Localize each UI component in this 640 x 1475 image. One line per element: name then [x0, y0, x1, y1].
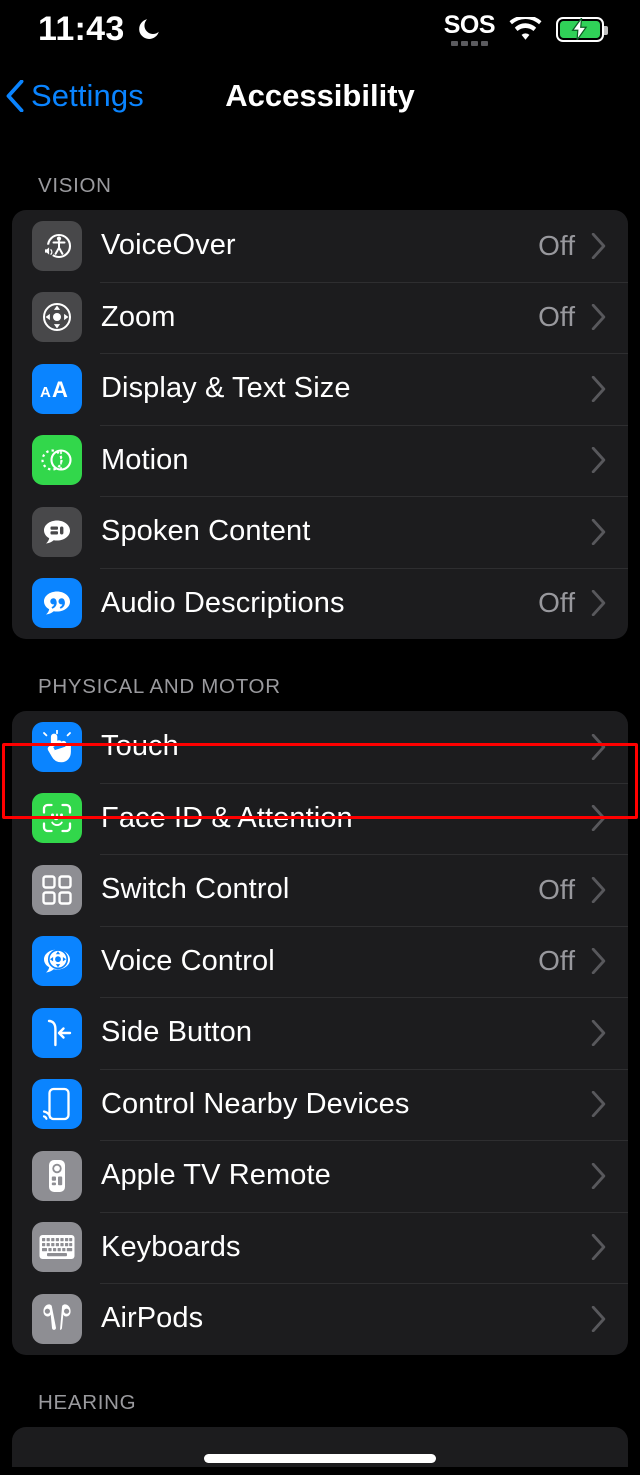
motion-icon: [32, 435, 82, 486]
back-button[interactable]: Settings: [0, 78, 144, 114]
settings-card: Touch Face ID & Attention Switch Control…: [12, 711, 628, 1355]
navigation-bar: Settings Accessibility: [0, 58, 640, 134]
settings-row-label: Spoken Content: [101, 515, 311, 548]
chevron-right-icon: [591, 375, 606, 402]
chevron-right-icon: [591, 590, 606, 617]
settings-row-value: Off: [538, 229, 575, 261]
chevron-right-icon: [591, 518, 606, 545]
switch-control-icon: [32, 864, 82, 915]
settings-row-display-text-size[interactable]: A A Display & Text Size: [12, 353, 628, 425]
chevron-right-icon: [591, 876, 606, 903]
voiceover-icon: [32, 220, 82, 271]
settings-row-voice-control[interactable]: Voice Control Off: [12, 925, 628, 998]
keyboards-icon: [32, 1222, 82, 1273]
settings-row-label: VoiceOver: [101, 229, 236, 262]
chevron-right-icon: [591, 304, 606, 331]
voice-control-icon: [32, 936, 82, 987]
settings-card: VoiceOver Off Zoom Off A A Display & Text …: [12, 210, 628, 639]
settings-row-label: Side Button: [101, 1016, 253, 1049]
settings-row-side-button[interactable]: Side Button: [12, 997, 628, 1069]
control-nearby-devices-icon: [32, 1079, 82, 1130]
settings-row-switch-control[interactable]: Switch Control Off: [12, 854, 628, 926]
sos-label: SOS: [443, 10, 496, 39]
status-bar-right: SOS: [443, 10, 608, 46]
settings-row-label: Zoom: [101, 300, 176, 333]
wifi-icon: [509, 16, 542, 40]
zoom-icon: [32, 292, 82, 343]
spoken-content-icon: [32, 506, 82, 557]
settings-row-value: Off: [538, 301, 575, 333]
settings-row-apple-tv-remote[interactable]: Apple TV Remote: [12, 1140, 628, 1212]
settings-row-label: Face ID & Attention: [101, 801, 353, 834]
settings-row-spoken-content[interactable]: Spoken Content: [12, 496, 628, 568]
settings-row-value: Off: [538, 945, 575, 977]
settings-row-value: Off: [538, 873, 575, 905]
charging-bolt-icon: [571, 18, 588, 40]
chevron-right-icon: [591, 805, 606, 832]
chevron-left-icon: [6, 80, 24, 112]
chevron-right-icon: [591, 1305, 606, 1332]
settings-row-label: Voice Control: [101, 944, 275, 977]
display-text-size-icon: A A: [32, 363, 82, 414]
chevron-right-icon: [591, 1162, 606, 1189]
settings-row-control-nearby-devices[interactable]: Control Nearby Devices: [12, 1068, 628, 1141]
touch-icon: [32, 721, 82, 772]
settings-row-label: AirPods: [101, 1302, 204, 1335]
settings-list[interactable]: VISION VoiceOver Off Zoom Off A A Display …: [0, 134, 640, 1467]
chevron-right-icon: [591, 1019, 606, 1046]
settings-row-label: Keyboards: [101, 1230, 241, 1263]
settings-row-label: Motion: [101, 443, 189, 476]
settings-row-motion[interactable]: Motion: [12, 424, 628, 497]
status-bar-left: 11:43: [38, 10, 162, 49]
settings-row-touch[interactable]: Touch: [12, 711, 628, 783]
settings-row-zoom[interactable]: Zoom Off: [12, 281, 628, 354]
chevron-right-icon: [591, 232, 606, 259]
section-header: VISION: [38, 174, 112, 197]
chevron-right-icon: [591, 447, 606, 474]
status-bar-clock: 11:43: [38, 9, 125, 48]
battery-icon: [556, 16, 608, 42]
settings-row-label: Switch Control: [101, 873, 290, 906]
chevron-right-icon: [591, 1091, 606, 1118]
sos-indicator: SOS: [443, 10, 496, 46]
svg-text:A: A: [40, 384, 51, 401]
settings-row-label: Touch: [101, 730, 179, 763]
settings-row-keyboards[interactable]: Keyboards: [12, 1211, 628, 1284]
settings-row-value: Off: [538, 587, 575, 619]
svg-text:A: A: [52, 377, 68, 402]
section-header: PHYSICAL AND MOTOR: [38, 675, 281, 698]
section-header: HEARING: [38, 1390, 137, 1414]
settings-row-label: Control Nearby Devices: [101, 1087, 410, 1120]
settings-row-voiceover[interactable]: VoiceOver Off: [12, 210, 628, 282]
settings-row-label: Display & Text Size: [101, 372, 351, 405]
side-button-icon: [32, 1007, 82, 1058]
settings-row-face-id-attention[interactable]: Face ID & Attention: [12, 782, 628, 855]
audio-descriptions-icon: [32, 578, 82, 629]
signal-dots-icon: [450, 40, 488, 46]
chevron-right-icon: [591, 1234, 606, 1261]
home-indicator: [204, 1454, 436, 1463]
airpods-icon: [32, 1293, 82, 1344]
face-id-icon: [32, 793, 82, 844]
apple-tv-remote-icon: [32, 1150, 82, 1201]
settings-row-airpods[interactable]: AirPods: [12, 1283, 628, 1355]
status-bar: 11:43 SOS: [0, 0, 640, 58]
back-button-label: Settings: [31, 78, 144, 113]
settings-row-label: Audio Descriptions: [101, 586, 345, 619]
settings-row-audio-descriptions[interactable]: Audio Descriptions Off: [12, 567, 628, 640]
crescent-moon-icon: [138, 19, 159, 39]
settings-row-label: Apple TV Remote: [101, 1159, 331, 1192]
chevron-right-icon: [591, 948, 606, 975]
chevron-right-icon: [591, 733, 606, 760]
